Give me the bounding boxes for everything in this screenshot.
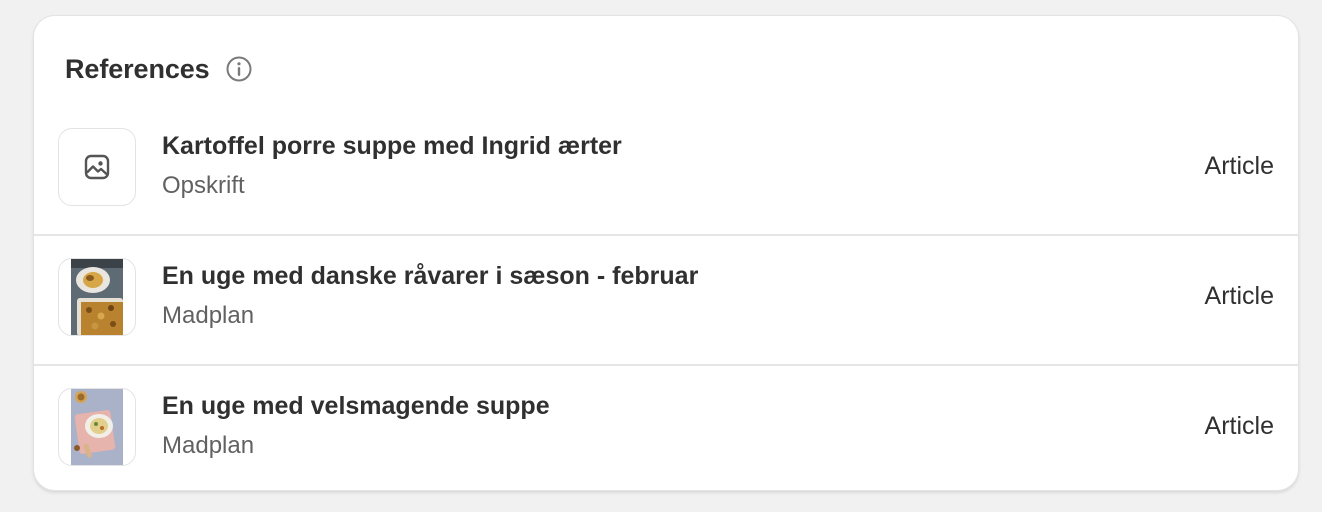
reference-row[interactable]: En uge med velsmagende suppe Madplan Art…: [34, 364, 1298, 490]
reference-row[interactable]: Kartoffel porre suppe med Ingrid ærter O…: [34, 104, 1298, 234]
reference-thumbnail: [58, 388, 136, 466]
references-list: Kartoffel porre suppe med Ingrid ærter O…: [34, 104, 1298, 490]
reference-row[interactable]: En uge med danske råvarer i sæson - febr…: [34, 234, 1298, 364]
food-photo-thumbnail: [71, 259, 123, 335]
reference-subtitle: Opskrift: [162, 172, 245, 199]
reference-type: Article: [1204, 282, 1274, 310]
image-placeholder-icon: [84, 154, 110, 180]
reference-title[interactable]: En uge med danske råvarer i sæson - febr…: [162, 262, 698, 291]
card-title: References: [65, 53, 210, 84]
reference-thumbnail: [58, 258, 136, 336]
reference-subtitle: Madplan: [162, 432, 255, 459]
food-photo-thumbnail: [71, 389, 123, 465]
references-card: References Kartoffel porre suppe med Ing…: [33, 15, 1299, 491]
info-icon[interactable]: [225, 55, 253, 83]
reference-title[interactable]: Kartoffel porre suppe med Ingrid ærter: [162, 132, 622, 161]
reference-type: Article: [1204, 412, 1274, 440]
reference-title[interactable]: En uge med velsmagende suppe: [162, 392, 550, 421]
reference-thumbnail: [58, 128, 136, 206]
reference-subtitle: Madplan: [162, 302, 255, 329]
reference-type: Article: [1204, 152, 1274, 180]
card-header: References: [65, 50, 253, 88]
